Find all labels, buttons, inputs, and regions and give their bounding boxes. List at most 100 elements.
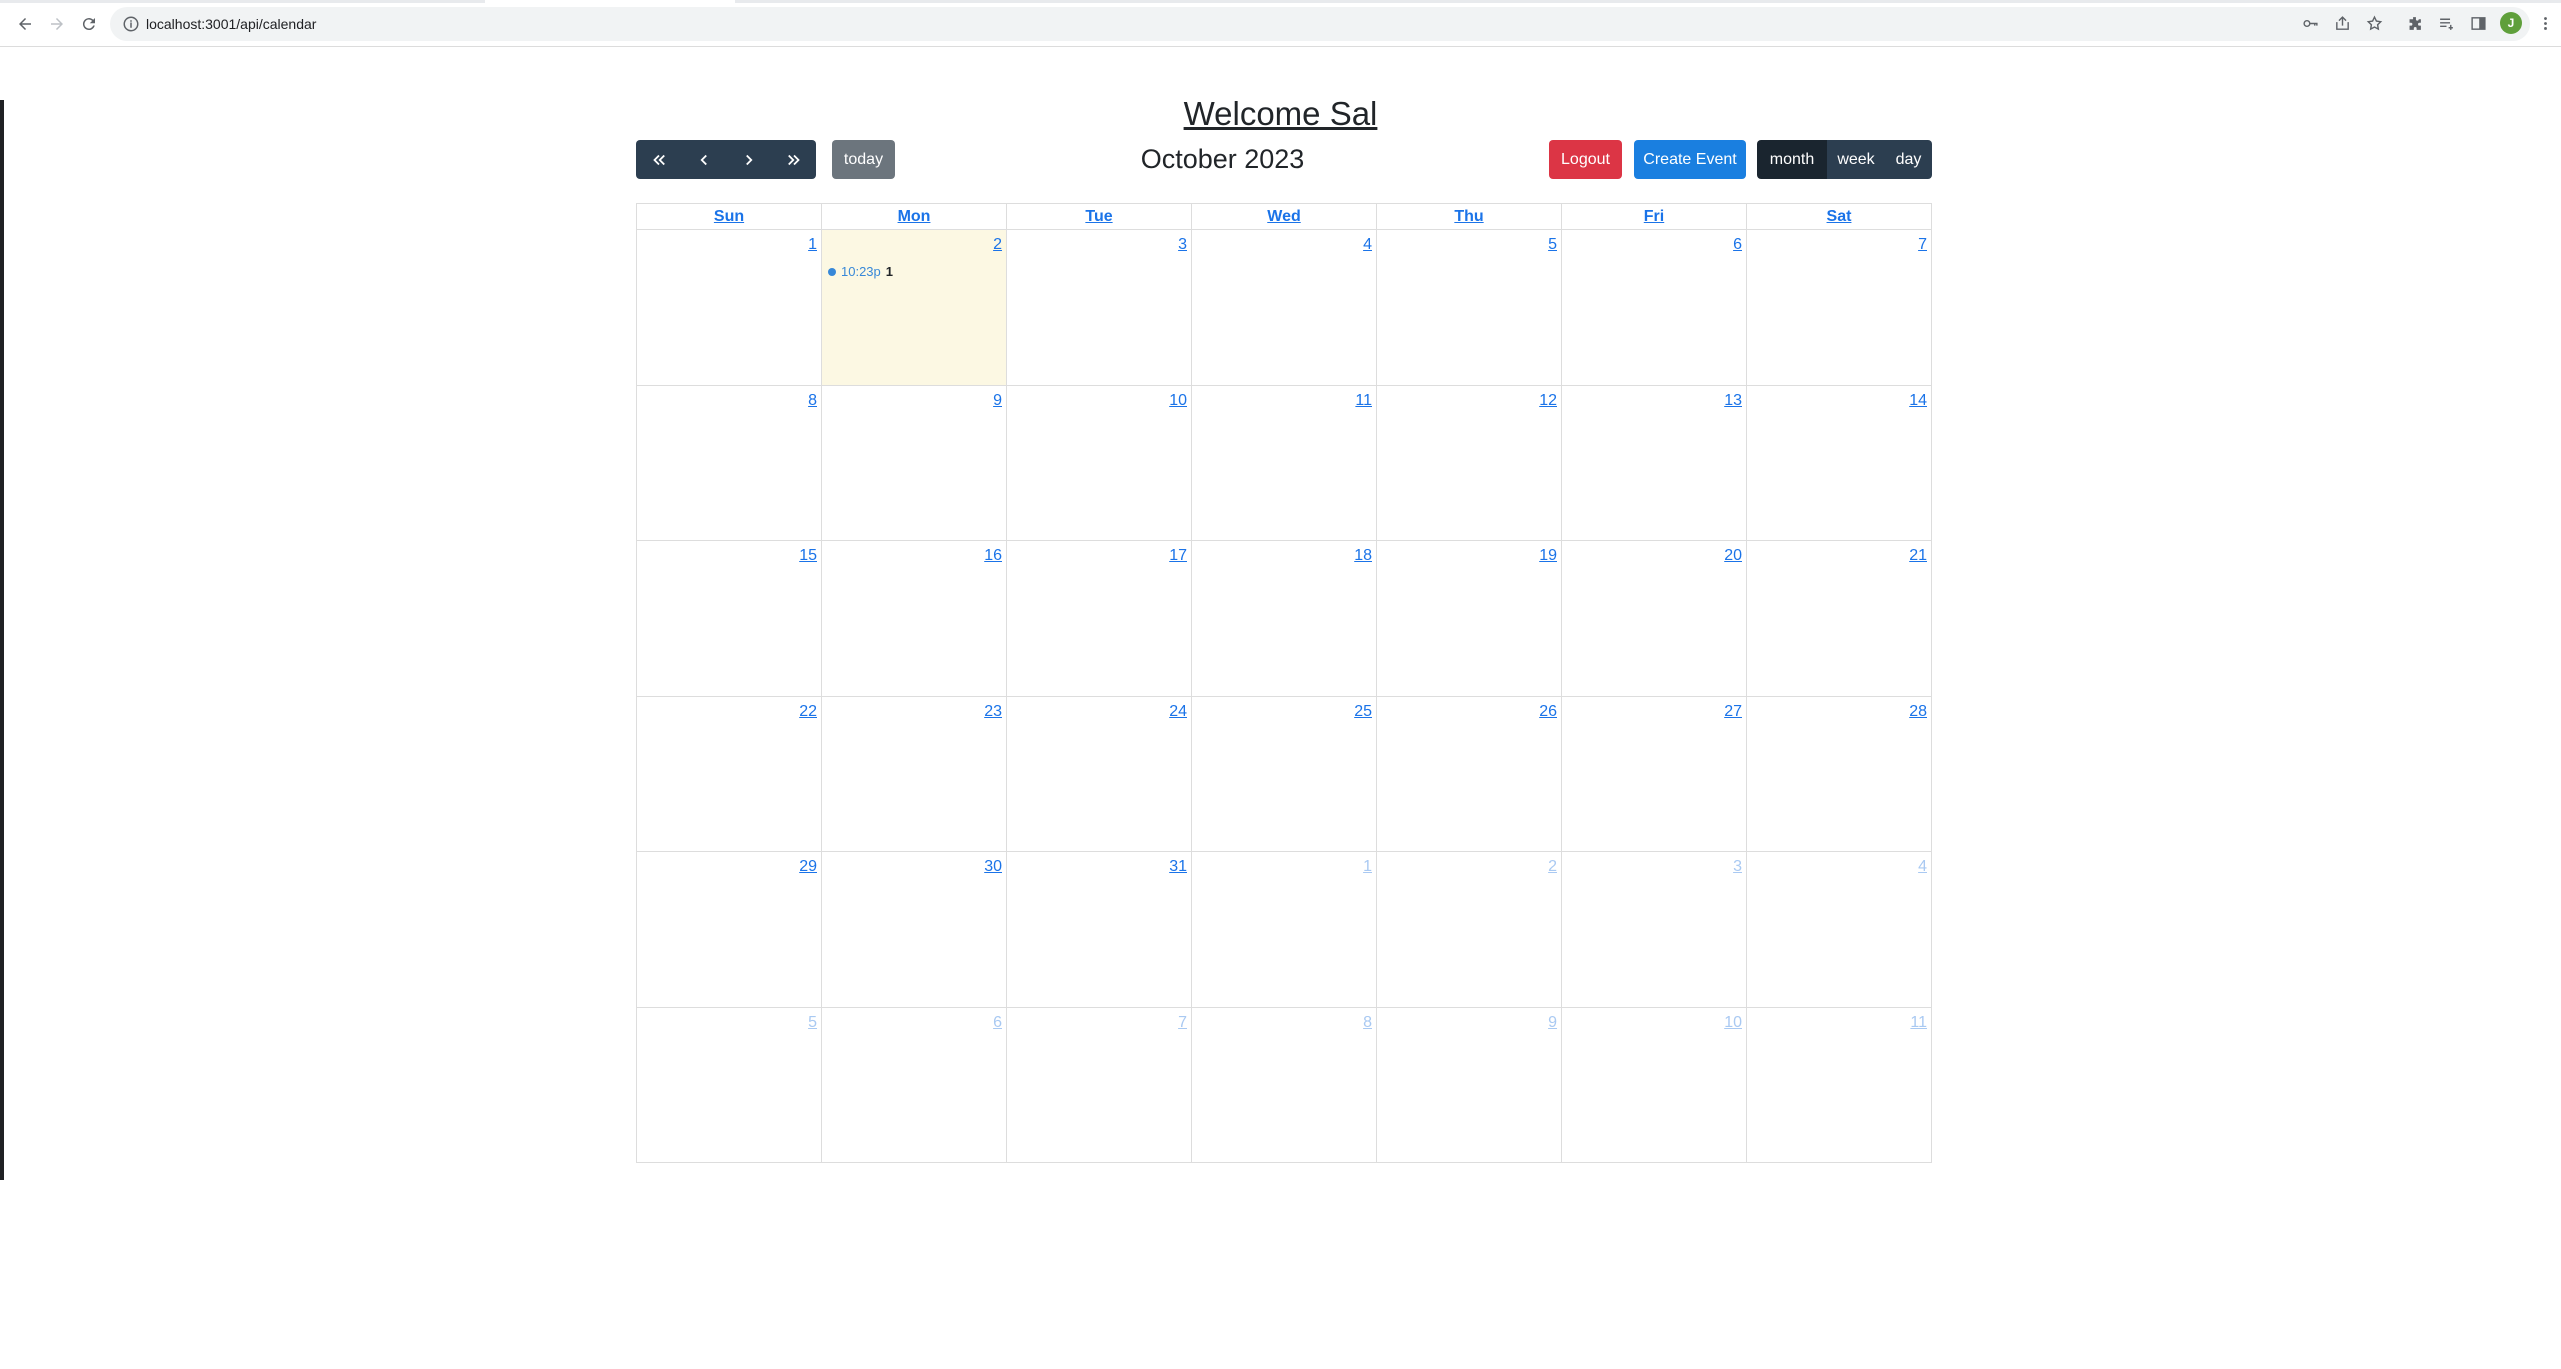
- day-number-link[interactable]: 7: [1918, 236, 1927, 254]
- create-event-button[interactable]: Create Event: [1634, 140, 1746, 179]
- day-number-link[interactable]: 29: [799, 858, 817, 876]
- day-header-sat[interactable]: Sat: [1746, 204, 1931, 229]
- day-cell[interactable]: 20: [1561, 541, 1746, 696]
- day-cell[interactable]: 8: [1191, 1007, 1376, 1163]
- day-number-link[interactable]: 2: [993, 236, 1002, 254]
- day-number-link[interactable]: 1: [808, 236, 817, 254]
- day-number-link[interactable]: 2: [1548, 858, 1557, 876]
- day-number-link[interactable]: 14: [1909, 392, 1927, 410]
- side-panel-icon[interactable]: [2468, 13, 2488, 33]
- calendar-event[interactable]: 10:23p 1: [828, 264, 893, 279]
- day-header-mon[interactable]: Mon: [821, 204, 1006, 229]
- day-number-link[interactable]: 12: [1539, 392, 1557, 410]
- day-number-link[interactable]: 21: [1909, 547, 1927, 565]
- day-number-link[interactable]: 11: [1910, 1014, 1927, 1032]
- day-number-link[interactable]: 10: [1169, 392, 1187, 410]
- day-number-link[interactable]: 9: [993, 392, 1002, 410]
- day-number-link[interactable]: 27: [1724, 703, 1742, 721]
- back-icon[interactable]: [12, 11, 38, 37]
- day-cell[interactable]: 25: [1191, 696, 1376, 851]
- menu-kebab-icon[interactable]: [2535, 13, 2555, 33]
- day-number-link[interactable]: 3: [1733, 858, 1742, 876]
- day-cell[interactable]: 9: [1376, 1007, 1561, 1163]
- url-text[interactable]: localhost:3001/api/calendar: [146, 15, 316, 33]
- view-week-button[interactable]: week: [1827, 140, 1885, 179]
- day-number-link[interactable]: 31: [1169, 858, 1187, 876]
- day-number-link[interactable]: 8: [808, 392, 817, 410]
- day-header-thu[interactable]: Thu: [1376, 204, 1561, 229]
- share-icon[interactable]: [2332, 13, 2352, 33]
- day-number-link[interactable]: 5: [808, 1014, 817, 1032]
- day-number-link[interactable]: 20: [1724, 547, 1742, 565]
- day-cell[interactable]: 8: [637, 386, 821, 541]
- day-header-tue[interactable]: Tue: [1006, 204, 1191, 229]
- day-cell[interactable]: 1: [637, 230, 821, 385]
- day-cell[interactable]: 28: [1746, 696, 1931, 851]
- day-cell[interactable]: 4: [1746, 852, 1931, 1007]
- day-number-link[interactable]: 4: [1918, 858, 1927, 876]
- day-number-link[interactable]: 17: [1169, 547, 1187, 565]
- day-number-link[interactable]: 6: [993, 1014, 1002, 1032]
- day-cell[interactable]: 6: [821, 1007, 1006, 1163]
- day-number-link[interactable]: 25: [1354, 703, 1372, 721]
- day-cell[interactable]: 13: [1561, 385, 1746, 540]
- profile-avatar[interactable]: J: [2500, 12, 2522, 34]
- day-number-link[interactable]: 7: [1178, 1014, 1187, 1032]
- day-cell[interactable]: 12: [1376, 385, 1561, 540]
- day-header-sun[interactable]: Sun: [637, 204, 821, 229]
- day-number-link[interactable]: 13: [1724, 392, 1742, 410]
- day-cell[interactable]: 10: [1006, 385, 1191, 540]
- reload-icon[interactable]: [76, 11, 102, 37]
- forward-icon[interactable]: [44, 11, 70, 37]
- day-number-link[interactable]: 10: [1724, 1014, 1742, 1032]
- day-cell[interactable]: 29: [637, 852, 821, 1007]
- next-year-button[interactable]: [771, 140, 816, 179]
- day-number-link[interactable]: 19: [1539, 547, 1557, 565]
- day-number-link[interactable]: 18: [1354, 547, 1372, 565]
- day-cell[interactable]: 4: [1191, 230, 1376, 385]
- reading-list-icon[interactable]: [2436, 13, 2456, 33]
- day-cell[interactable]: 10: [1561, 1007, 1746, 1163]
- day-number-link[interactable]: 8: [1363, 1014, 1372, 1032]
- day-cell[interactable]: 17: [1006, 541, 1191, 696]
- day-cell[interactable]: 2: [1376, 852, 1561, 1007]
- day-cell[interactable]: 5: [637, 1008, 821, 1164]
- day-cell[interactable]: 5: [1376, 230, 1561, 385]
- day-cell[interactable]: 7: [1006, 1007, 1191, 1163]
- day-number-link[interactable]: 6: [1733, 236, 1742, 254]
- day-cell[interactable]: 24: [1006, 696, 1191, 851]
- site-info-icon[interactable]: [122, 15, 140, 33]
- day-cell[interactable]: 19: [1376, 541, 1561, 696]
- next-month-button[interactable]: [726, 140, 771, 179]
- day-number-link[interactable]: 11: [1355, 392, 1372, 410]
- day-cell[interactable]: 30: [821, 852, 1006, 1007]
- day-cell[interactable]: 27: [1561, 696, 1746, 851]
- day-number-link[interactable]: 5: [1548, 236, 1557, 254]
- day-cell[interactable]: 31: [1006, 852, 1191, 1007]
- logout-button[interactable]: Logout: [1549, 140, 1622, 179]
- extensions-icon[interactable]: [2404, 13, 2424, 33]
- day-cell[interactable]: 22: [637, 697, 821, 852]
- key-icon[interactable]: [2300, 13, 2320, 33]
- day-number-link[interactable]: 30: [984, 858, 1002, 876]
- day-cell[interactable]: 23: [821, 696, 1006, 851]
- view-day-button[interactable]: day: [1885, 140, 1932, 179]
- day-number-link[interactable]: 23: [984, 703, 1002, 721]
- day-cell[interactable]: 1: [1191, 852, 1376, 1007]
- day-number-link[interactable]: 26: [1539, 703, 1557, 721]
- day-cell[interactable]: 26: [1376, 696, 1561, 851]
- day-number-link[interactable]: 1: [1363, 858, 1372, 876]
- day-cell[interactable]: 21: [1746, 541, 1931, 696]
- day-header-fri[interactable]: Fri: [1561, 204, 1746, 229]
- prev-month-button[interactable]: [681, 140, 726, 179]
- day-cell[interactable]: 7: [1746, 230, 1931, 385]
- day-cell[interactable]: 11: [1191, 385, 1376, 540]
- prev-year-button[interactable]: [636, 140, 681, 179]
- view-month-button[interactable]: month: [1757, 140, 1827, 179]
- day-cell[interactable]: 16: [821, 541, 1006, 696]
- day-number-link[interactable]: 3: [1178, 236, 1187, 254]
- day-number-link[interactable]: 24: [1169, 703, 1187, 721]
- day-cell[interactable]: 14: [1746, 385, 1931, 540]
- address-bar[interactable]: localhost:3001/api/calendar: [110, 7, 2530, 41]
- day-number-link[interactable]: 9: [1548, 1014, 1557, 1032]
